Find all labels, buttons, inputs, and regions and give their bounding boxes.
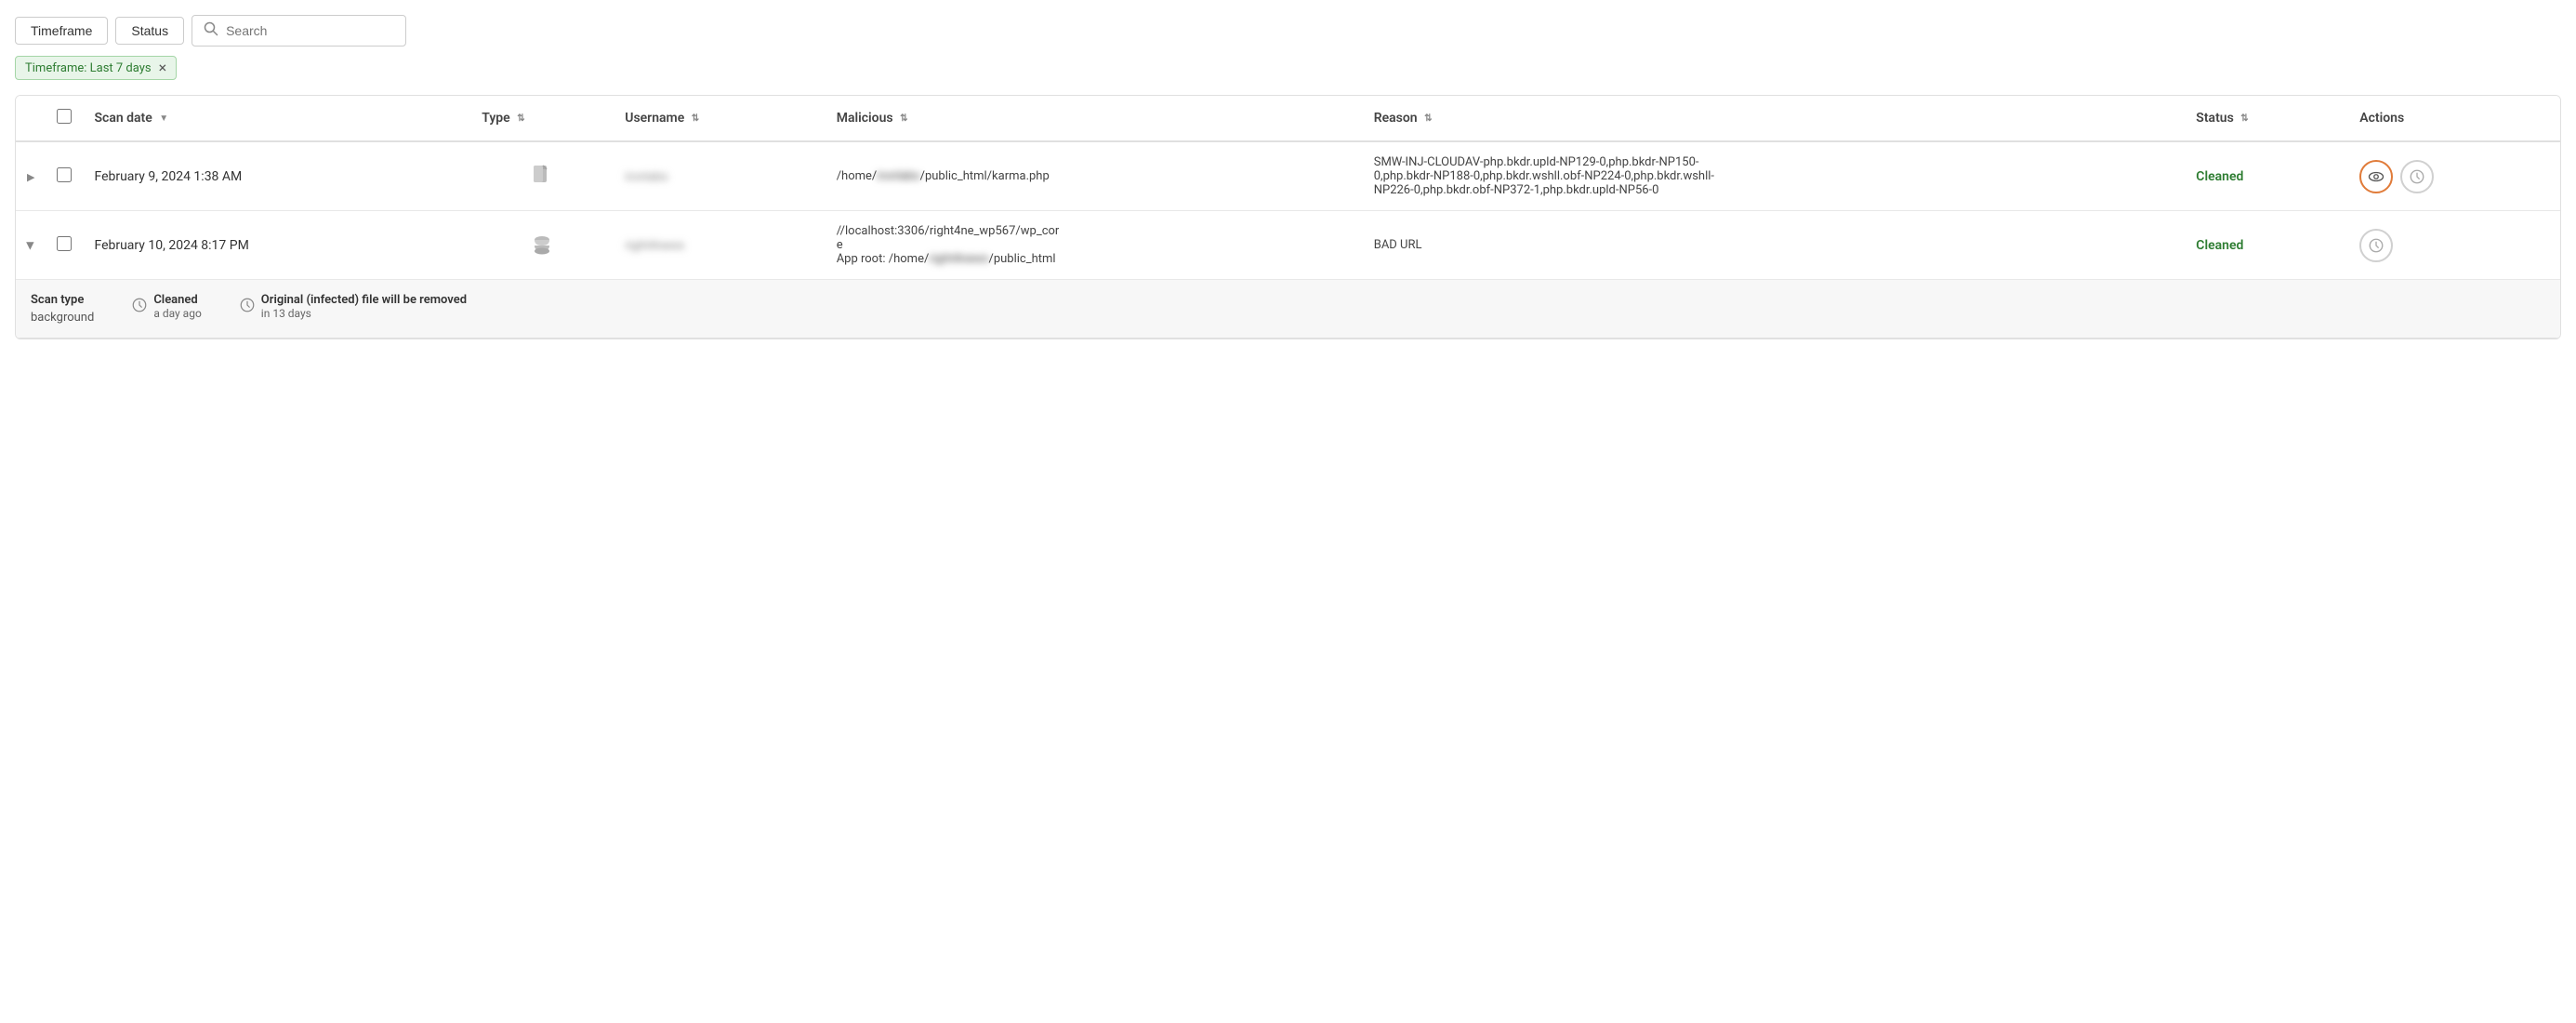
row1-username-text: ironlabs: [625, 170, 667, 184]
row2-malicious: //localhost:3306/right4ne_wp567/wp_core …: [826, 211, 1363, 280]
sub-original-section: Original (infected) file will be removed…: [239, 293, 467, 320]
row2-username-text: right4news: [625, 239, 684, 253]
search-wrapper: [192, 15, 406, 46]
row2-scan-date: February 10, 2024 8:17 PM: [83, 211, 470, 280]
timeframe-tag: Timeframe: Last 7 days ×: [15, 56, 177, 80]
table-container: Scan date ▼ Type ⇅ Username ⇅ Malicious …: [15, 95, 2561, 339]
row2-status-badge: Cleaned: [2196, 238, 2243, 253]
table-header-row: Scan date ▼ Type ⇅ Username ⇅ Malicious …: [16, 96, 2560, 141]
row1-type: [470, 141, 614, 211]
filter-bar: Timeframe Status: [15, 15, 2561, 46]
sub-cleaned-clock-icon: [131, 297, 148, 317]
status-button[interactable]: Status: [115, 17, 184, 45]
row1-expand-arrow: ▶: [27, 171, 34, 183]
active-filters: Timeframe: Last 7 days ×: [15, 56, 2561, 80]
timeframe-button[interactable]: Timeframe: [15, 17, 108, 45]
row1-expand[interactable]: ▶: [16, 141, 46, 211]
sub-cleaned-label: Cleaned: [153, 293, 201, 307]
row1-username: ironlabs: [614, 141, 825, 211]
row1-restore-button[interactable]: [2400, 160, 2434, 193]
row2-status: Cleaned: [2185, 211, 2348, 280]
col-scan-date-header[interactable]: Scan date ▼: [83, 96, 470, 141]
row1-status: Cleaned: [2185, 141, 2348, 211]
type-sort-icon: ⇅: [517, 113, 524, 124]
col-reason-header[interactable]: Reason ⇅: [1363, 96, 2186, 141]
scan-table: Scan date ▼ Type ⇅ Username ⇅ Malicious …: [16, 96, 2560, 339]
row2-actions: [2348, 211, 2560, 280]
sub-scan-type-value: background: [31, 311, 94, 325]
row1-view-button[interactable]: [2359, 160, 2393, 193]
sub-row-content: Scan type background: [16, 280, 2560, 339]
sub-original-label: Original (infected) file will be removed: [261, 293, 467, 307]
sub-cleaned-time: a day ago: [153, 307, 201, 320]
col-expand-header: [16, 96, 46, 141]
row1-actions-cell: [2359, 160, 2549, 193]
row1-scan-date: February 9, 2024 1:38 AM: [83, 141, 470, 211]
select-all-checkbox[interactable]: [57, 109, 72, 124]
row2-restore-button[interactable]: [2359, 229, 2393, 262]
sub-cleaned-section: Cleaned a day ago: [131, 293, 201, 320]
username-sort-icon: ⇅: [692, 113, 699, 124]
col-malicious-header[interactable]: Malicious ⇅: [826, 96, 1363, 141]
page-wrapper: Timeframe Status Timeframe: Last 7 days …: [0, 0, 2576, 1023]
table-row: ▶ February 9, 2024 1:38 AM: [16, 141, 2560, 211]
row2-reason: BAD URL: [1363, 211, 2186, 280]
row1-type-icon: [482, 164, 602, 190]
row1-reason: SMW-INJ-CLOUDAV-php.bkdr.upld-NP129-0,ph…: [1363, 141, 2186, 211]
sub-info-container: Scan type background: [31, 293, 2545, 325]
timeframe-tag-label: Timeframe: Last 7 days: [25, 61, 152, 75]
row2-expand-arrow: ▶: [25, 242, 37, 249]
scan-date-sort-icon: ▼: [159, 113, 168, 124]
row2-type: [470, 211, 614, 280]
row1-actions: [2348, 141, 2560, 211]
status-sort-icon: ⇅: [2240, 113, 2248, 124]
search-icon: [204, 21, 218, 40]
row1-check: [46, 141, 83, 211]
row2-type-icon: [482, 232, 602, 259]
col-type-header[interactable]: Type ⇅: [470, 96, 614, 141]
sub-scan-type-label: Scan type: [31, 293, 94, 307]
row2-actions-cell: [2359, 229, 2549, 262]
row1-malicious-path: /home/ironlabs/public_html/karma.php: [837, 169, 1060, 183]
sub-row: Scan type background: [16, 280, 2560, 339]
sub-scan-type: Scan type background: [31, 293, 94, 325]
row2-check: [46, 211, 83, 280]
col-username-header[interactable]: Username ⇅: [614, 96, 825, 141]
sub-original-time: in 13 days: [261, 307, 467, 320]
row2-reason-text: BAD URL: [1374, 238, 1727, 252]
col-check-header: [46, 96, 83, 141]
timeframe-tag-close[interactable]: ×: [159, 60, 167, 75]
row1-reason-text: SMW-INJ-CLOUDAV-php.bkdr.upld-NP129-0,ph…: [1374, 155, 1727, 197]
row2-username: right4news: [614, 211, 825, 280]
table-row: ▶ February 10, 2024 8:17 PM: [16, 211, 2560, 280]
row2-checkbox[interactable]: [57, 236, 72, 251]
row1-malicious: /home/ironlabs/public_html/karma.php: [826, 141, 1363, 211]
reason-sort-icon: ⇅: [1424, 113, 1432, 124]
malicious-sort-icon: ⇅: [900, 113, 907, 124]
col-status-header[interactable]: Status ⇅: [2185, 96, 2348, 141]
col-actions-header: Actions: [2348, 96, 2560, 141]
row1-status-badge: Cleaned: [2196, 169, 2243, 184]
search-input[interactable]: [226, 23, 394, 38]
row1-checkbox[interactable]: [57, 167, 72, 182]
row2-malicious-path: //localhost:3306/right4ne_wp567/wp_core …: [837, 224, 1060, 266]
row2-expand[interactable]: ▶: [16, 211, 46, 280]
sub-original-clock-icon: [239, 297, 256, 317]
